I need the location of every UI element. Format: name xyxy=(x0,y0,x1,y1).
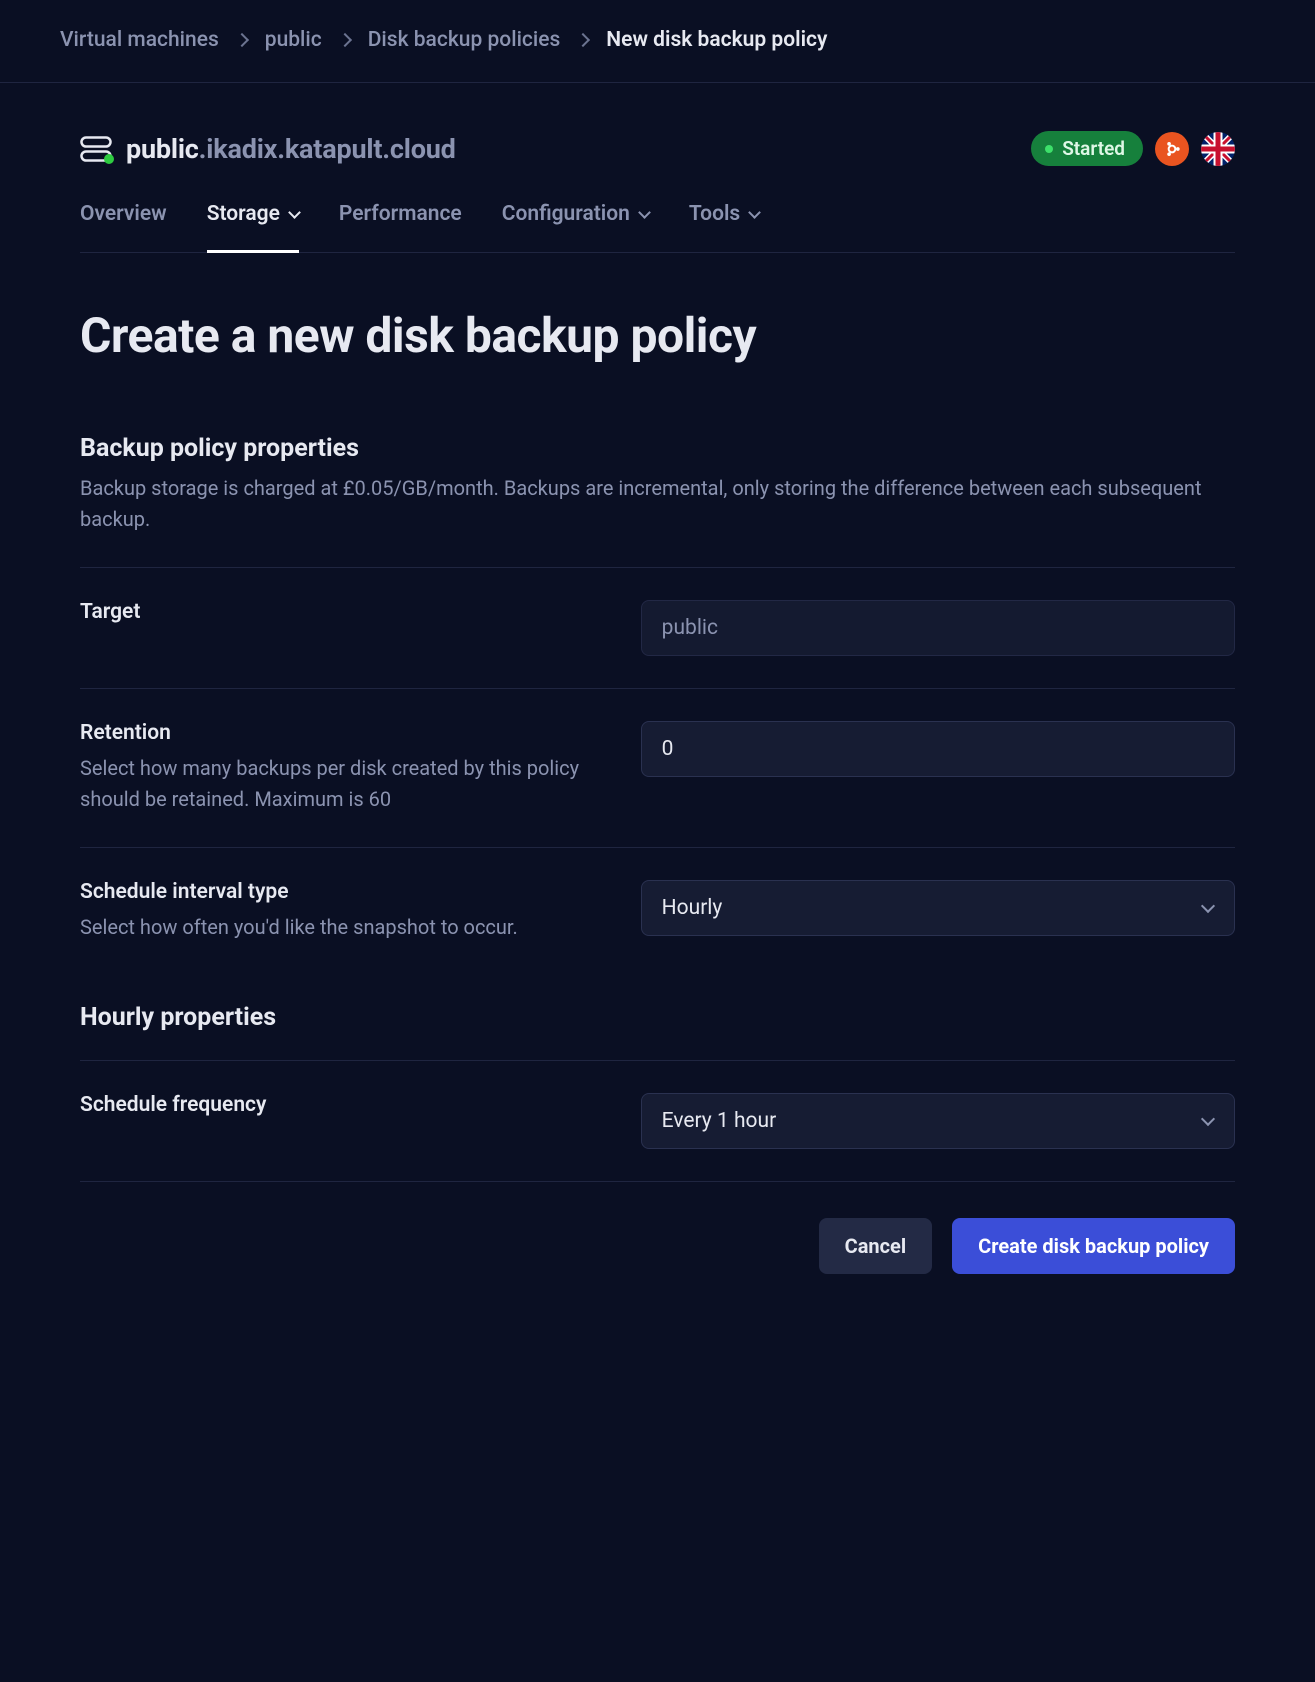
cancel-button[interactable]: Cancel xyxy=(819,1218,933,1274)
vm-header: public.ikadix.katapult.cloud Started xyxy=(80,131,1235,166)
vm-hostname-primary: public xyxy=(126,133,199,165)
breadcrumb-link-disk-backup-policies[interactable]: Disk backup policies xyxy=(368,28,561,52)
tab-overview[interactable]: Overview xyxy=(80,202,167,253)
target-field: public xyxy=(641,600,1235,656)
chevron-right-icon xyxy=(338,33,352,47)
schedule-frequency-select[interactable]: Every 1 hour xyxy=(641,1093,1235,1149)
interval-type-select[interactable]: Hourly xyxy=(641,880,1235,936)
breadcrumb: Virtual machines public Disk backup poli… xyxy=(0,0,1315,83)
chevron-down-icon xyxy=(638,206,651,219)
form-row-schedule-frequency: Schedule frequency Every 1 hour xyxy=(80,1060,1235,1181)
status-badge: Started xyxy=(1031,131,1143,166)
tab-tools[interactable]: Tools xyxy=(689,202,759,253)
create-disk-backup-policy-button[interactable]: Create disk backup policy xyxy=(952,1218,1235,1274)
tab-label: Storage xyxy=(207,202,280,226)
retention-input[interactable] xyxy=(641,721,1235,777)
form-label-target: Target xyxy=(80,600,611,624)
form-help-interval-type: Select how often you'd like the snapshot… xyxy=(80,912,611,943)
form-label-interval-type: Schedule interval type xyxy=(80,880,611,904)
tab-label: Performance xyxy=(339,202,462,226)
tab-bar: Overview Storage Performance Configurati… xyxy=(80,202,1235,253)
vm-hostname: public.ikadix.katapult.cloud xyxy=(126,133,456,165)
form-label-retention: Retention xyxy=(80,721,611,745)
form-row-interval-type: Schedule interval type Select how often … xyxy=(80,847,1235,975)
form-help-retention: Select how many backups per disk created… xyxy=(80,753,611,815)
chevron-right-icon xyxy=(235,33,249,47)
form-row-retention: Retention Select how many backups per di… xyxy=(80,688,1235,847)
tab-storage[interactable]: Storage xyxy=(207,202,299,253)
chevron-down-icon xyxy=(748,206,761,219)
tab-label: Overview xyxy=(80,202,167,226)
breadcrumb-link-public[interactable]: public xyxy=(265,28,322,52)
page-title: Create a new disk backup policy xyxy=(80,307,1235,364)
breadcrumb-current: New disk backup policy xyxy=(606,28,827,52)
section-description: Backup storage is charged at £0.05/GB/mo… xyxy=(80,473,1235,535)
form-label-schedule-frequency: Schedule frequency xyxy=(80,1093,611,1117)
form-row-target: Target public xyxy=(80,567,1235,688)
vm-hostname-rest: .ikadix.katapult.cloud xyxy=(199,133,456,165)
section-heading-backup-properties: Backup policy properties xyxy=(80,434,1235,463)
breadcrumb-link-virtual-machines[interactable]: Virtual machines xyxy=(60,28,219,52)
chevron-right-icon xyxy=(576,33,590,47)
status-dot-icon xyxy=(1045,145,1053,153)
ubuntu-icon xyxy=(1155,132,1189,166)
server-icon xyxy=(80,136,112,162)
uk-flag-icon xyxy=(1201,132,1235,166)
tab-label: Tools xyxy=(689,202,740,226)
tab-performance[interactable]: Performance xyxy=(339,202,462,253)
tab-configuration[interactable]: Configuration xyxy=(502,202,649,253)
section-heading-hourly-properties: Hourly properties xyxy=(80,1003,1235,1032)
tab-label: Configuration xyxy=(502,202,630,226)
form-footer: Cancel Create disk backup policy xyxy=(80,1181,1235,1274)
status-text: Started xyxy=(1062,137,1125,160)
chevron-down-icon xyxy=(288,206,301,219)
